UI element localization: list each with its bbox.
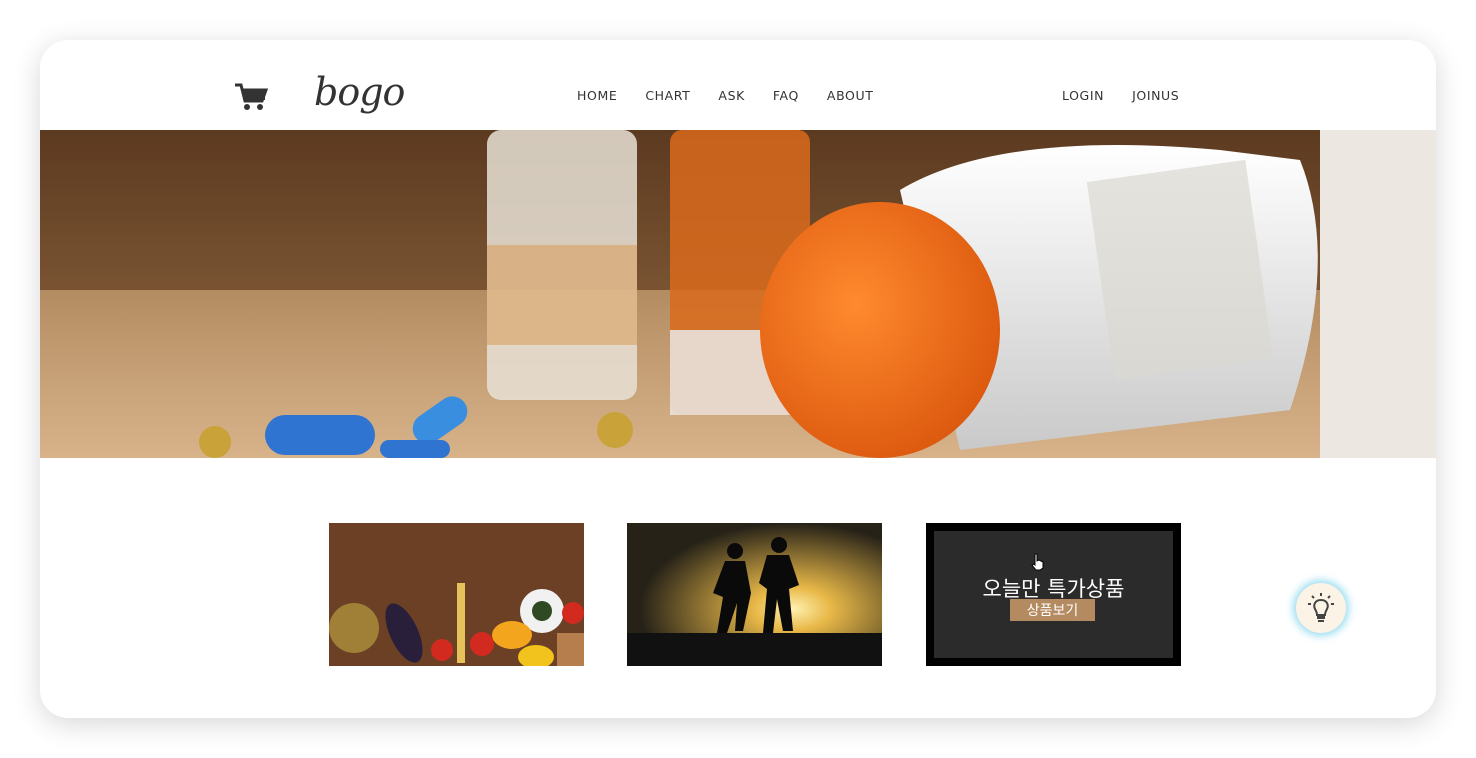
nav-home[interactable]: HOME: [577, 88, 617, 103]
nav-chart[interactable]: CHART: [645, 88, 690, 103]
promo-panel: 오늘만 특가상품 상품보기: [934, 531, 1173, 658]
todays-deal-card[interactable]: 오늘만 특가상품 상품보기: [926, 523, 1181, 666]
hand-cursor-icon: [1031, 553, 1045, 571]
auth-links: LOGIN JOINUS: [1062, 88, 1207, 103]
runners-card-image[interactable]: [627, 523, 882, 666]
nav-ask[interactable]: ASK: [718, 88, 744, 103]
cart-icon[interactable]: [234, 82, 269, 112]
hero-banner-image: [40, 130, 1436, 458]
joinus-link[interactable]: JOINUS: [1132, 88, 1179, 103]
site-header: bogo HOME CHART ASK FAQ ABOUT LOGIN JOIN…: [40, 40, 1436, 130]
login-link[interactable]: LOGIN: [1062, 88, 1104, 103]
lightbulb-help-button[interactable]: [1296, 583, 1346, 633]
nav-faq[interactable]: FAQ: [773, 88, 799, 103]
view-products-button[interactable]: 상품보기: [1010, 599, 1095, 621]
browser-window: bogo HOME CHART ASK FAQ ABOUT LOGIN JOIN…: [40, 40, 1436, 718]
main-nav: HOME CHART ASK FAQ ABOUT: [577, 88, 901, 103]
site-logo[interactable]: bogo: [314, 70, 405, 114]
nav-about[interactable]: ABOUT: [827, 88, 874, 103]
food-card-image[interactable]: [329, 523, 584, 666]
